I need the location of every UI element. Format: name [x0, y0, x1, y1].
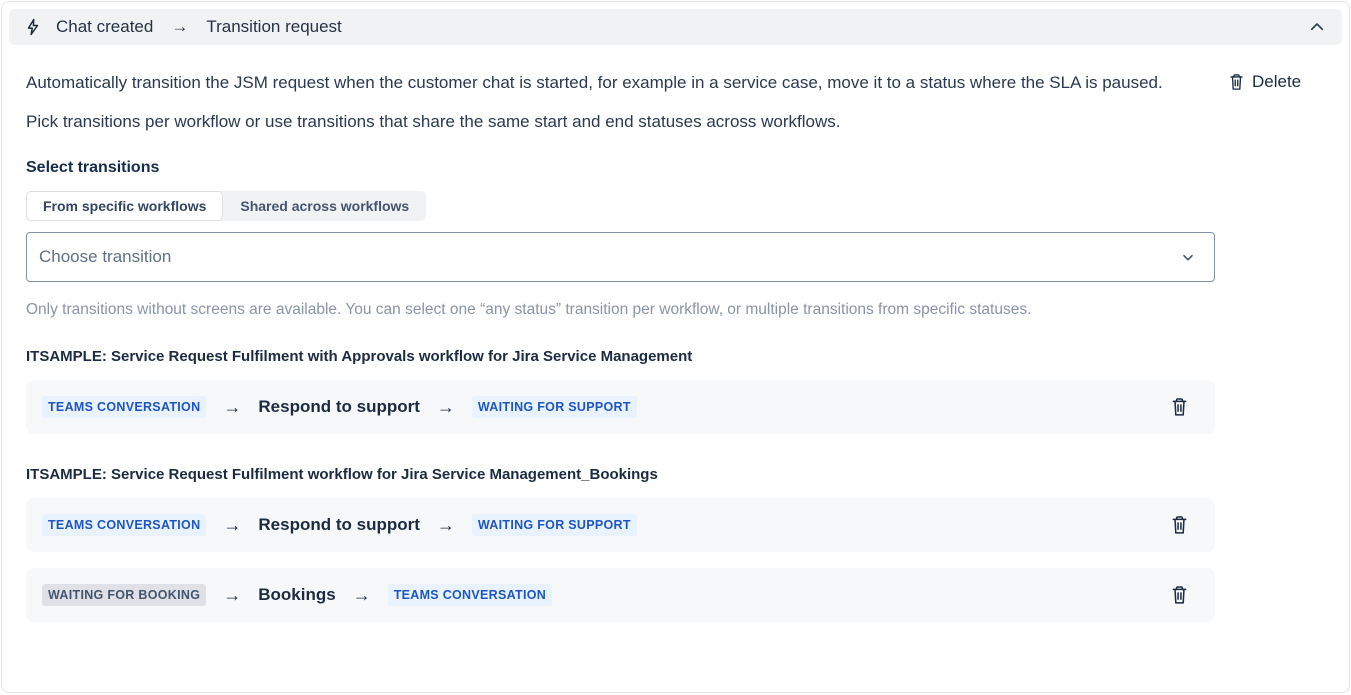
remove-transition-button[interactable] [1168, 395, 1191, 420]
transition-name: Respond to support [258, 397, 419, 417]
workflow-name: ITSAMPLE: Service Request Fulfilment wor… [26, 466, 1321, 483]
select-placeholder: Choose transition [39, 247, 171, 267]
arrow-icon: → [171, 17, 188, 37]
delete-button-label: Delete [1252, 72, 1301, 92]
arrow-icon: → [437, 515, 455, 536]
remove-transition-button[interactable] [1168, 513, 1191, 538]
status-badge-from: TEAMS CONVERSATION [42, 514, 206, 536]
status-badge-from: WAITING FOR BOOKING [42, 584, 206, 606]
workflow-name: ITSAMPLE: Service Request Fulfilment wit… [26, 348, 1321, 365]
transition-row: WAITING FOR BOOKING → Bookings → TEAMS C… [26, 568, 1215, 622]
tab-shared-across-workflows[interactable]: Shared across workflows [223, 191, 426, 221]
description-paragraph-1: Automatically transition the JSM request… [26, 70, 1210, 96]
arrow-icon: → [437, 397, 455, 418]
status-badge-to: WAITING FOR SUPPORT [472, 514, 637, 536]
arrow-icon: → [223, 515, 241, 536]
action-label: Transition request [206, 17, 341, 37]
transition-row: TEAMS CONVERSATION → Respond to support … [26, 498, 1215, 552]
helper-text: Only transitions without screens are ava… [26, 301, 1321, 319]
status-badge-to: TEAMS CONVERSATION [388, 584, 552, 606]
arrow-icon: → [353, 585, 371, 606]
collapse-button[interactable] [1306, 16, 1328, 38]
rule-header[interactable]: Chat created → Transition request [9, 9, 1342, 45]
transition-source-tabs: From specific workflows Shared across wo… [26, 191, 426, 221]
lightning-icon [24, 18, 42, 36]
chevron-down-icon [1180, 249, 1196, 265]
transition-name: Bookings [258, 585, 335, 605]
delete-button[interactable]: Delete [1228, 72, 1301, 92]
description: Automatically transition the JSM request… [26, 70, 1210, 135]
status-badge-to: WAITING FOR SUPPORT [472, 396, 637, 418]
choose-transition-select[interactable]: Choose transition [26, 232, 1215, 282]
panel-body: Automatically transition the JSM request… [2, 45, 1349, 622]
status-badge-from: TEAMS CONVERSATION [42, 396, 206, 418]
transition-row: TEAMS CONVERSATION → Respond to support … [26, 380, 1215, 434]
trigger-label: Chat created [56, 17, 153, 37]
remove-transition-button[interactable] [1168, 583, 1191, 608]
transition-request-panel: Chat created → Transition request Automa… [1, 1, 1350, 693]
tab-from-specific-workflows[interactable]: From specific workflows [26, 191, 223, 221]
transition-name: Respond to support [258, 515, 419, 535]
description-paragraph-2: Pick transitions per workflow or use tra… [26, 109, 1210, 135]
select-transitions-heading: Select transitions [26, 159, 1321, 177]
trash-icon [1228, 73, 1245, 92]
arrow-icon: → [223, 397, 241, 418]
arrow-icon: → [223, 585, 241, 606]
